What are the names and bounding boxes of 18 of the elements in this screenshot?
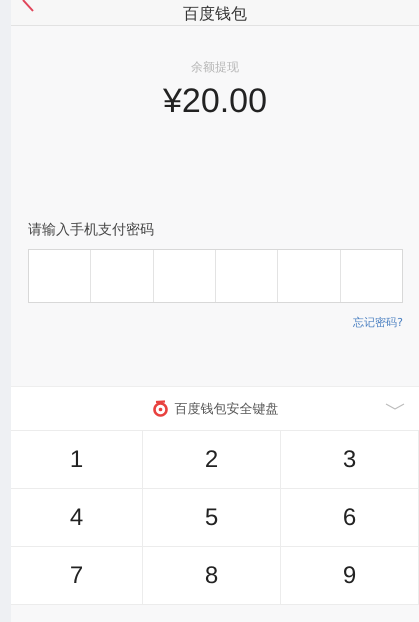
amount-text: ¥20.00 xyxy=(163,82,267,121)
number-key[interactable]: 3 xyxy=(281,431,419,489)
keyboard-title: 百度钱包安全键盘 xyxy=(174,400,278,418)
number-key[interactable]: 4 xyxy=(11,489,143,547)
number-key[interactable]: 7 xyxy=(11,547,143,605)
password-field[interactable] xyxy=(28,249,403,303)
number-key[interactable]: 6 xyxy=(281,489,419,547)
wallet-logo-icon xyxy=(152,400,168,417)
page-title: 百度钱包 xyxy=(183,3,247,25)
forgot-password-link[interactable]: 忘记密码? xyxy=(353,315,403,330)
number-key[interactable]: 8 xyxy=(143,547,281,605)
number-key[interactable]: 2 xyxy=(143,431,281,489)
number-key[interactable]: 1 xyxy=(11,431,143,489)
collapse-chevron-icon[interactable] xyxy=(385,403,405,411)
number-key[interactable]: 5 xyxy=(143,489,281,547)
number-key[interactable]: 9 xyxy=(281,547,419,605)
password-label: 请输入手机支付密码 xyxy=(28,221,155,239)
withdraw-label: 余额提现 xyxy=(191,59,239,76)
